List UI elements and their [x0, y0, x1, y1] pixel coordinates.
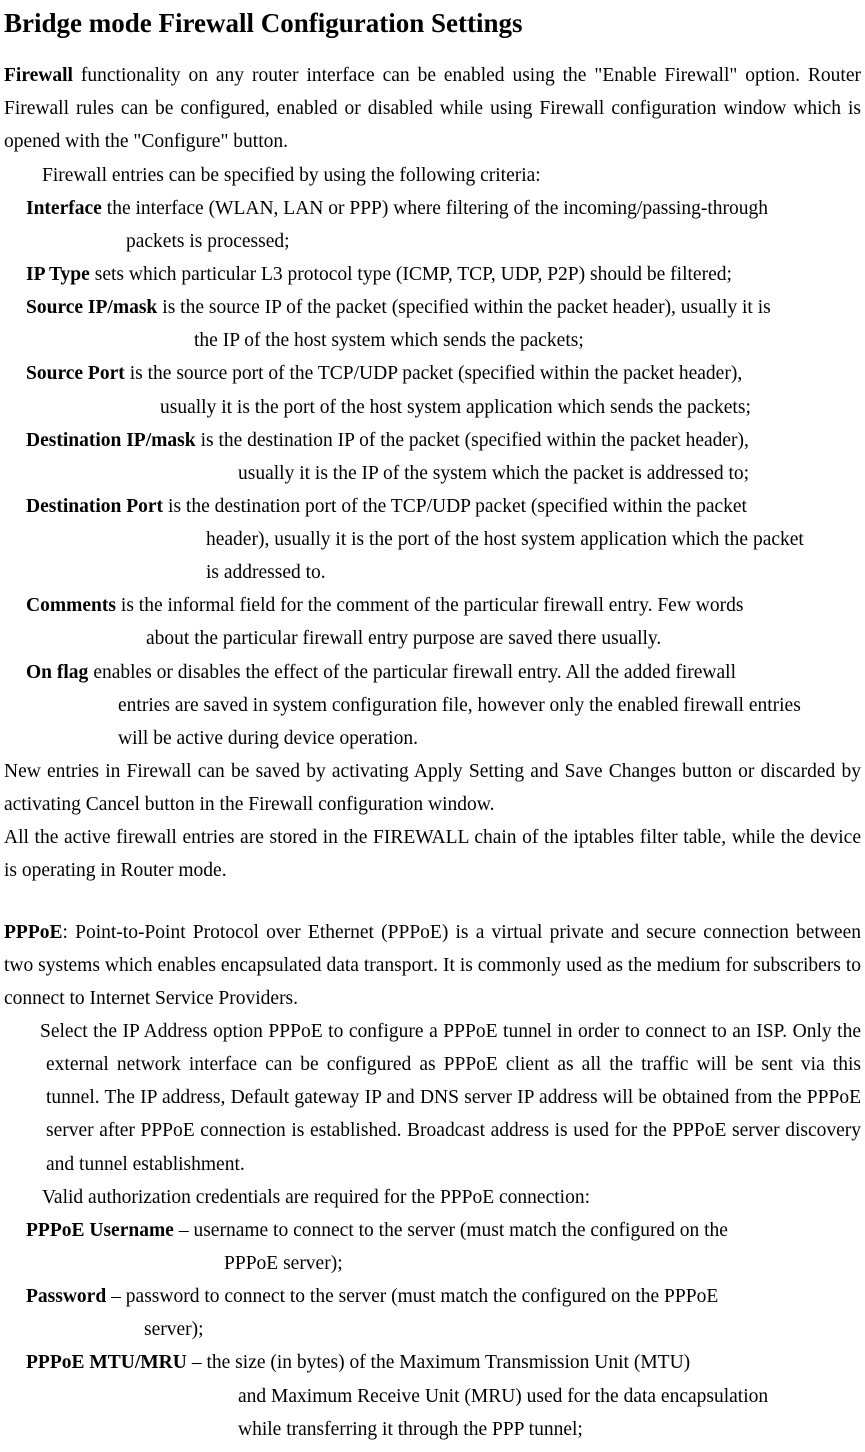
term-username: PPPoE Username [26, 1214, 174, 1247]
term-comments: Comments [26, 589, 116, 622]
pppoe-intro: PPPoE: Point-to-Point Protocol over Ethe… [4, 916, 861, 1015]
term-mtu: PPPoE MTU/MRU [26, 1346, 187, 1379]
def-dstip: Destination IP/mask is the destination I… [26, 424, 861, 457]
firewall-after-text2: All the active firewall entries are stor… [4, 821, 861, 887]
term-password: Password [26, 1280, 106, 1313]
def-dstip-text2: usually it is the IP of the system which… [26, 457, 861, 490]
firewall-intro-criteria: Firewall entries can be specified by usi… [4, 159, 861, 192]
def-comments-text1: is the informal field for the comment of… [116, 589, 861, 622]
term-dstip: Destination IP/mask [26, 424, 196, 457]
def-username: PPPoE Username – username to connect to … [26, 1214, 861, 1247]
term-onflag: On flag [26, 656, 88, 689]
def-comments-text2: about the particular firewall entry purp… [26, 622, 861, 655]
pppoe-text2: Select the IP Address option PPPoE to co… [4, 1015, 861, 1181]
firewall-intro-para: Firewall functionality on any router int… [4, 59, 861, 158]
def-onflag-text1: enables or disables the effect of the pa… [88, 656, 861, 689]
def-mtu-text2: and Maximum Receive Unit (MRU) used for … [26, 1380, 861, 1413]
def-mtu: PPPoE MTU/MRU – the size (in bytes) of t… [26, 1346, 861, 1379]
page-title: Bridge mode Firewall Configuration Setti… [4, 6, 861, 41]
firewall-definitions: Interface the interface (WLAN, LAN or PP… [4, 192, 861, 755]
def-srcport-text2: usually it is the port of the host syste… [26, 391, 861, 424]
def-onflag-text3: will be active during device operation. [26, 722, 861, 755]
def-dstport-text3: is addressed to. [26, 556, 861, 589]
pppoe-strong: PPPoE [4, 922, 63, 943]
firewall-strong: Firewall [4, 65, 73, 86]
def-dstip-text1: is the destination IP of the packet (spe… [196, 424, 861, 457]
def-password-text2: server); [26, 1313, 861, 1346]
def-comments: Comments is the informal field for the c… [26, 589, 861, 622]
def-srcport-text1: is the source port of the TCP/UDP packet… [125, 357, 861, 390]
def-dstport: Destination Port is the destination port… [26, 490, 861, 523]
def-srcip-text1: is the source IP of the packet (specifie… [157, 291, 861, 324]
term-srcport: Source Port [26, 357, 125, 390]
def-username-text2: PPPoE server); [26, 1247, 861, 1280]
term-interface: Interface [26, 192, 102, 225]
def-onflag-text2: entries are saved in system configuratio… [26, 689, 861, 722]
def-interface-text1: the interface (WLAN, LAN or PPP) where f… [102, 192, 861, 225]
def-onflag: On flag enables or disables the effect o… [26, 656, 861, 689]
def-interface-text2: packets is processed; [26, 225, 861, 258]
def-iptype-text1: sets which particular L3 protocol type (… [90, 258, 861, 291]
term-srcip: Source IP/mask [26, 291, 157, 324]
term-iptype: IP Type [26, 258, 90, 291]
def-password: Password – password to connect to the se… [26, 1280, 861, 1313]
firewall-after-text1: New entries in Firewall can be saved by … [4, 755, 861, 821]
def-dstport-text2: header), usually it is the port of the h… [26, 523, 861, 556]
def-password-text1: – password to connect to the server (mus… [106, 1280, 861, 1313]
def-srcip: Source IP/mask is the source IP of the p… [26, 291, 861, 324]
def-iptype: IP Type sets which particular L3 protoco… [26, 258, 861, 291]
def-interface: Interface the interface (WLAN, LAN or PP… [26, 192, 861, 225]
def-srcip-text2: the IP of the host system which sends th… [26, 324, 861, 357]
term-dstport: Destination Port [26, 490, 163, 523]
firewall-intro-text1: functionality on any router interface ca… [4, 65, 861, 152]
def-srcport: Source Port is the source port of the TC… [26, 357, 861, 390]
pppoe-text3: Valid authorization credentials are requ… [4, 1181, 861, 1214]
pppoe-text1: : Point-to-Point Protocol over Ethernet … [4, 922, 861, 1009]
def-mtu-text3: while transferring it through the PPP tu… [26, 1413, 861, 1446]
def-mtu-text1: – the size (in bytes) of the Maximum Tra… [187, 1346, 861, 1379]
def-username-text1: – username to connect to the server (mus… [174, 1214, 861, 1247]
pppoe-definitions: PPPoE Username – username to connect to … [4, 1214, 861, 1446]
def-dstport-text1: is the destination port of the TCP/UDP p… [163, 490, 861, 523]
